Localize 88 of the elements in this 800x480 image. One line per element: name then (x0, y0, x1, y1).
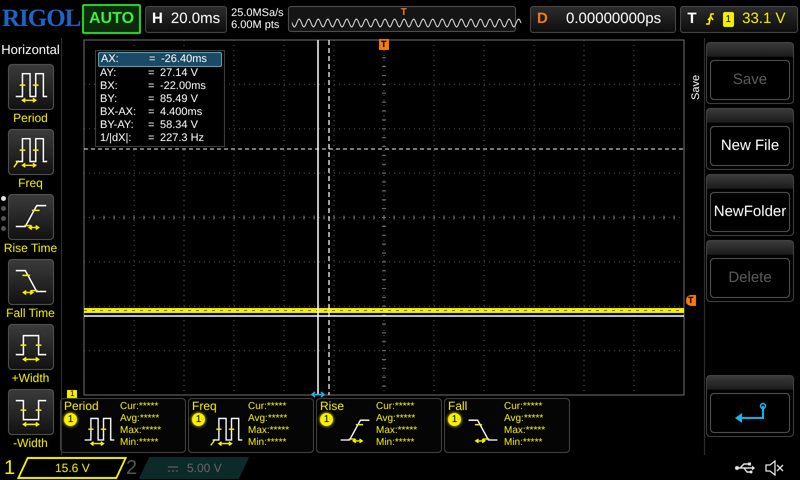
readout-value: 4.400ms (160, 106, 204, 119)
readout-label: BX-AX: (100, 106, 138, 119)
trigger-position-marker: T (379, 39, 388, 50)
equals-sign: = (148, 93, 156, 106)
source-badge: 1 (448, 413, 461, 426)
statistic: Avg:***** (248, 413, 288, 425)
readout-label: AX: (101, 53, 120, 66)
measurement-name: Period (64, 400, 100, 413)
menu-button[interactable]: NewFolder (706, 174, 794, 236)
channel-number: 2 (126, 456, 138, 480)
trigger-position-marker: T (400, 6, 407, 20)
trigger-level: 33.1 V (742, 8, 786, 29)
measure-label: Freq (18, 176, 43, 190)
channel-scale: 5.00 V (186, 460, 222, 476)
measurement-name: Rise (320, 400, 346, 413)
equals-sign: = (148, 106, 156, 119)
menu-button[interactable]: New File (706, 108, 794, 170)
return-arrow-icon (733, 402, 767, 424)
source-badge: 1 (320, 413, 333, 426)
source-badge: 1 (192, 413, 205, 426)
statistic: Max:***** (504, 425, 546, 437)
dc-coupling-icon (166, 464, 179, 472)
measure-label: +Width (12, 370, 50, 384)
channel-scale: 15.6 V (54, 460, 90, 476)
statistic: Max:***** (248, 425, 290, 437)
double-arrow-icon (311, 391, 325, 398)
statistic: Cur:***** (504, 401, 544, 413)
source-badge: 1 (64, 413, 77, 426)
readout-label: BX: (100, 80, 119, 93)
equals-sign: = (148, 132, 156, 145)
statistic: Cur:***** (120, 401, 160, 413)
equals-sign: = (148, 80, 156, 93)
statistic: Min:***** (504, 437, 544, 449)
readout-label: AY: (100, 67, 118, 80)
measurement-name: Freq (192, 400, 218, 413)
statistic: Max:***** (120, 425, 162, 437)
brand-logo: RIGOL (2, 4, 78, 34)
statistic: Cur:***** (248, 401, 288, 413)
measure-button[interactable] (8, 258, 54, 304)
memory-depth: 6.00M pts (231, 19, 280, 31)
readout-value: 227.3 Hz (160, 132, 206, 145)
channel-number: 1 (4, 456, 16, 480)
readout-value: 58.34 V (160, 119, 199, 132)
delay-label: D (536, 8, 548, 29)
measure-button[interactable] (8, 388, 54, 434)
rising-edge-icon (704, 12, 715, 26)
delay-value: 0.00000000ps (565, 8, 662, 29)
trigger-level-marker: T (686, 295, 696, 306)
back-button[interactable] (706, 375, 794, 437)
equals-sign: = (148, 119, 156, 132)
statistic: Avg:***** (120, 413, 160, 425)
statistic: Min:***** (376, 437, 416, 449)
statistic: Cur:***** (376, 401, 416, 413)
usb-icon (734, 462, 756, 474)
readout-value: -22.00ms (160, 80, 207, 93)
measure-button[interactable] (8, 64, 54, 110)
measure-button[interactable] (8, 194, 54, 240)
channel-scale-box[interactable]: 15.6 V (16, 456, 128, 478)
readout-value: -26.40ms (161, 53, 208, 66)
measure-label: -Width (13, 436, 48, 450)
timebase-label: H (152, 8, 163, 29)
readout-label: BY-AY: (100, 119, 135, 132)
muted-speaker-icon (764, 460, 784, 476)
equals-sign: = (148, 67, 156, 80)
sample-rate: 25.0MSa/s (231, 7, 284, 19)
measure-label: Rise Time (4, 240, 58, 254)
measurement-name: Fall (448, 400, 468, 413)
measure-button[interactable] (8, 128, 54, 174)
statistic: Avg:***** (376, 413, 416, 425)
menu-title: Save (689, 74, 703, 100)
readout-label: 1/|dX|: (100, 132, 132, 145)
trigger-label: T (687, 8, 697, 29)
run-status-badge: AUTO (82, 4, 142, 34)
measure-label: Fall Time (6, 306, 55, 320)
statistic: Min:***** (248, 437, 288, 449)
measure-label: Period (13, 110, 48, 124)
timebase-value: 20.0ms (170, 8, 220, 29)
trigger-source: 1 (722, 12, 734, 26)
measure-button[interactable] (8, 324, 54, 370)
menu-title: Horizontal (1, 41, 60, 59)
channel-marker: 1 (67, 390, 78, 398)
readout-label: BY: (100, 93, 118, 106)
readout-value: 85.49 V (160, 93, 199, 106)
statistic: Min:***** (120, 437, 160, 449)
statistic: Max:***** (376, 425, 418, 437)
readout-value: 27.14 V (160, 67, 199, 80)
statistic: Avg:***** (504, 413, 544, 425)
equals-sign: = (149, 53, 156, 66)
